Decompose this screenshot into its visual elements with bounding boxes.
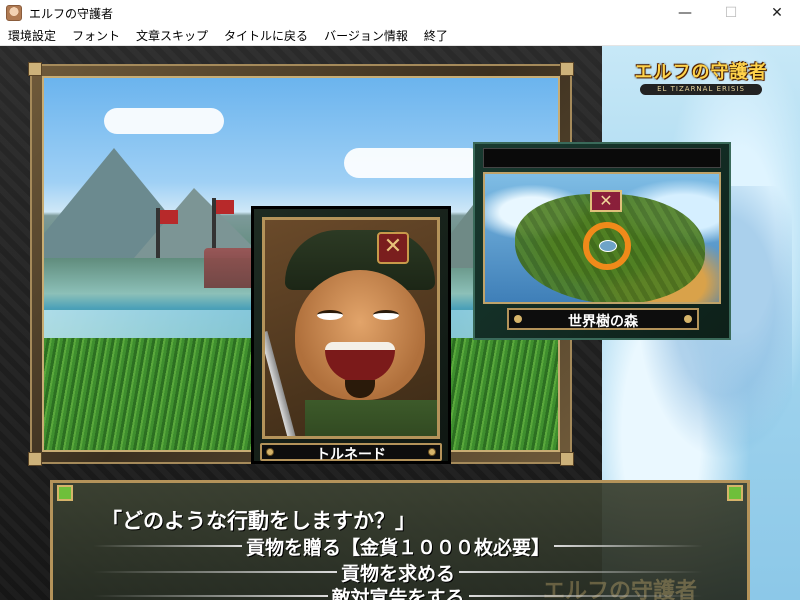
menu-text-skip[interactable]: 文章スキップ bbox=[128, 26, 216, 46]
choice-divider bbox=[93, 545, 242, 547]
choice-declare-hostility[interactable]: 敵対宣告をする bbox=[93, 583, 704, 600]
minimize-button[interactable]: — bbox=[662, 0, 708, 26]
close-button[interactable]: ✕ bbox=[754, 0, 800, 26]
dialog-prompt: 「どのような行動をしますか？」 bbox=[101, 509, 416, 533]
choice-label: 敵対宣告をする bbox=[331, 586, 465, 600]
map-location-plate: 世界樹の森 bbox=[507, 308, 699, 330]
dialog-box: エルフの守護者 「どのような行動をしますか？」 貢物を贈る【金貨１０００枚必要】… bbox=[50, 480, 750, 600]
character-name-plate: トルネード bbox=[260, 443, 442, 463]
window-title: エルフの守護者 bbox=[29, 6, 114, 21]
location-ring-icon bbox=[583, 222, 631, 270]
maximize-button[interactable]: ☐ bbox=[708, 0, 754, 26]
frame-corner-ornament bbox=[28, 62, 42, 76]
choice-label: 貢物を求める bbox=[341, 562, 456, 585]
cross-emblem-icon: ✕ bbox=[377, 232, 409, 264]
banner-flag bbox=[156, 208, 178, 258]
character-eye bbox=[317, 310, 343, 320]
logo-subtitle: EL TIZARNAL ERISIS bbox=[640, 84, 762, 95]
character-eye bbox=[373, 310, 399, 320]
logo-title: エルフの守護者 bbox=[634, 62, 768, 83]
menu-return-title[interactable]: タイトルに戻る bbox=[216, 26, 316, 46]
character-mouth bbox=[325, 342, 395, 382]
menu-version-info[interactable]: バージョン情報 bbox=[316, 26, 416, 46]
character-portrait: ✕ bbox=[262, 217, 440, 439]
cloud bbox=[104, 108, 224, 134]
sword bbox=[265, 331, 299, 436]
cloud bbox=[344, 148, 484, 178]
character-collar bbox=[305, 400, 437, 436]
dialog-corner-ornament bbox=[57, 485, 73, 501]
choice-offer-tribute[interactable]: 貢物を贈る【金貨１０００枚必要】 bbox=[93, 533, 704, 559]
frame-corner-ornament bbox=[560, 62, 574, 76]
window-controls: — ☐ ✕ bbox=[662, 0, 800, 26]
character-portrait-frame: ✕ トルネード bbox=[251, 206, 451, 464]
frame-corner-ornament bbox=[560, 452, 574, 466]
character-beard bbox=[345, 380, 375, 398]
choice-divider bbox=[93, 571, 337, 573]
character-face bbox=[295, 270, 425, 400]
game-area: エルフの守護者 EL TIZARNAL ERISIS ✕ トルネード ✕ 世界樹… bbox=[0, 46, 800, 600]
map-header-bar bbox=[483, 148, 721, 168]
game-logo: エルフの守護者 EL TIZARNAL ERISIS bbox=[634, 58, 768, 98]
map-location-name: 世界樹の森 bbox=[568, 314, 638, 330]
frame-corner-ornament bbox=[28, 452, 42, 466]
menu-bar: 環境設定 フォント 文章スキップ タイトルに戻る バージョン情報 終了 bbox=[0, 26, 800, 46]
choice-divider bbox=[468, 595, 704, 597]
choice-divider bbox=[554, 545, 704, 547]
choice-label: 貢物を贈る【金貨１０００枚必要】 bbox=[246, 536, 551, 559]
menu-exit[interactable]: 終了 bbox=[416, 26, 456, 46]
menu-settings[interactable]: 環境設定 bbox=[0, 26, 64, 46]
character-name: トルネード bbox=[316, 447, 386, 463]
choice-demand-tribute[interactable]: 貢物を求める bbox=[93, 559, 704, 585]
banner-flag bbox=[212, 198, 234, 248]
world-map: ✕ bbox=[483, 172, 721, 304]
app-icon bbox=[6, 5, 22, 21]
enemy-territory-marker-icon: ✕ bbox=[590, 190, 622, 212]
choice-divider bbox=[459, 571, 704, 573]
dialog-corner-ornament bbox=[727, 485, 743, 501]
title-bar: エルフの守護者 — ☐ ✕ bbox=[0, 0, 800, 26]
choice-divider bbox=[93, 595, 328, 597]
menu-font[interactable]: フォント bbox=[64, 26, 128, 46]
map-panel: ✕ 世界樹の森 bbox=[473, 142, 731, 340]
